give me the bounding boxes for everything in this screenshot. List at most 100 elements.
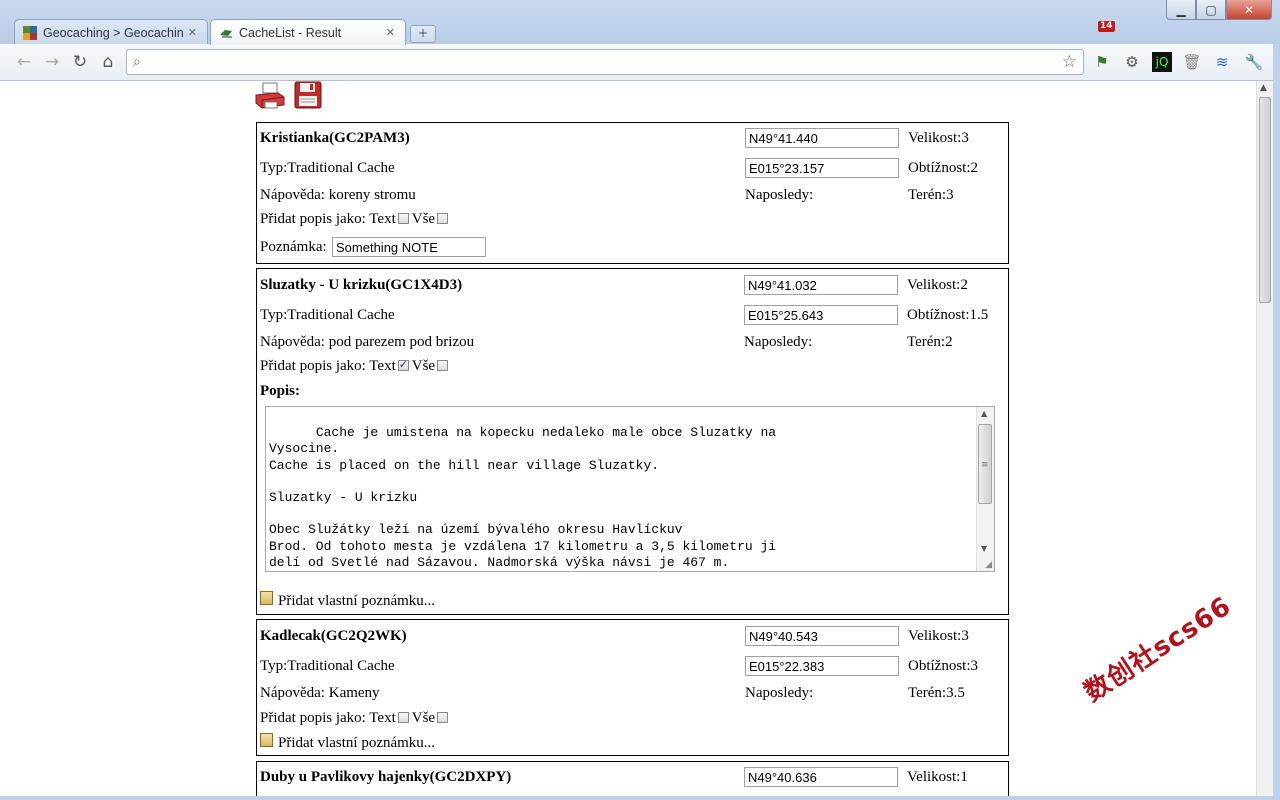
extension-badge: 14 — [1098, 21, 1115, 32]
browser-toolbar: ← → ↻ ⌂ ⌕ ☆ ⚑ ⚙ jQ 🗑 ≋ 🔧 — [0, 44, 1280, 81]
home-icon[interactable]: ⌂ — [98, 52, 118, 72]
cache-type: Typ:Traditional Cache — [260, 160, 395, 177]
action-icons — [254, 81, 322, 113]
size-value: 1 — [960, 769, 968, 785]
hint-prefix: Nápověda: — [260, 334, 329, 350]
stack-icon[interactable]: ≋ — [1212, 52, 1232, 72]
note-icon — [260, 733, 273, 747]
size-value: 3 — [961, 628, 969, 644]
address-bar[interactable]: ⌕ ☆ — [126, 49, 1084, 75]
trash-icon[interactable]: 🗑 — [1182, 52, 1202, 72]
longitude-field[interactable] — [745, 158, 899, 178]
hint-prefix: Nápověda: — [260, 685, 329, 701]
window-frame-right — [1273, 44, 1280, 800]
scroll-down-icon[interactable]: ▼ — [981, 544, 987, 553]
cache-name: Sluzatky - U krizku(GC1X4D3) — [260, 277, 463, 293]
note-icon — [260, 591, 273, 605]
terrain-value: 3 — [946, 187, 954, 203]
minimize-button[interactable]: ▁ — [1166, 0, 1196, 20]
latitude-field[interactable] — [744, 767, 898, 787]
all-checkbox[interactable] — [437, 212, 449, 224]
difficulty-label: Obtížnost:3 — [908, 658, 978, 675]
note-field[interactable] — [332, 237, 486, 257]
hint-value: Kameny — [328, 685, 380, 701]
add-note-link[interactable]: Přidat vlastní poznámku... — [260, 733, 436, 752]
jquery-extension-icon[interactable]: jQ — [1152, 52, 1172, 72]
all-checkbox[interactable] — [437, 711, 449, 723]
cache-card: Kristianka(GC2PAM3) Velikost:3 Typ:Tradi… — [256, 122, 1009, 264]
resize-handle-icon[interactable]: ◢ — [985, 560, 992, 570]
wrench-icon[interactable]: 🔧 — [1244, 52, 1264, 72]
forward-arrow-icon[interactable]: → — [42, 52, 62, 72]
longitude-field[interactable] — [744, 305, 898, 325]
size-label: Velikost:1 — [907, 769, 968, 786]
latitude-field[interactable] — [744, 275, 898, 295]
back-arrow-icon[interactable]: ← — [14, 52, 34, 72]
add-description-row: Přidat popis jako: Text Vše — [260, 211, 451, 228]
search-icon: ⌕ — [133, 54, 141, 70]
difficulty-value: 2 — [970, 160, 979, 176]
terrain-label: Terén:3 — [908, 187, 954, 204]
add-note-link[interactable]: Přidat vlastní poznámku... — [260, 591, 435, 610]
close-window-button[interactable]: ✕ — [1226, 0, 1272, 20]
save-icon[interactable] — [294, 81, 322, 109]
cache-hint: Nápověda: koreny stromu — [260, 187, 416, 204]
tab-geocaching[interactable]: Geocaching > Geocaching I ✕ — [14, 19, 208, 45]
cache-name: Kadlecak(GC2Q2WK) — [260, 628, 407, 644]
scroll-up-icon[interactable]: ▲ — [981, 409, 987, 418]
text-checkbox[interactable] — [397, 358, 409, 371]
print-icon[interactable] — [254, 81, 286, 111]
geocache-extension-icon[interactable]: ⚑ — [1092, 52, 1112, 72]
cache-card: Sluzatky - U krizku(GC1X4D3) Velikost:2 … — [256, 268, 1009, 615]
type-value: Traditional Cache — [287, 658, 395, 674]
terrain-value: 3.5 — [946, 685, 965, 701]
tab-close-icon[interactable]: ✕ — [386, 26, 395, 39]
gear-icon[interactable]: ⚙ — [1122, 52, 1142, 72]
description-textarea[interactable]: Cache je umistena na kopecku nedaleko ma… — [265, 406, 995, 572]
all-label: Vše — [411, 358, 436, 374]
page-scrollbar[interactable]: ▲ — [1256, 81, 1273, 800]
terrain-label: Terén:3.5 — [908, 685, 965, 702]
page-content: Kristianka(GC2PAM3) Velikost:3 Typ:Tradi… — [0, 81, 1256, 800]
text-checkbox[interactable] — [397, 711, 409, 723]
cache-type: Typ:Traditional Cache — [260, 658, 395, 675]
new-tab-button[interactable]: + — [410, 25, 436, 43]
last-found-label: Naposledy: — [745, 685, 814, 701]
url-input[interactable] — [153, 52, 1057, 74]
reload-icon[interactable]: ↻ — [70, 52, 90, 72]
terrain-value: 2 — [945, 334, 953, 350]
difficulty-prefix: Obtížnost: — [907, 307, 970, 323]
hint-value: pod parezem pod brizou — [328, 334, 475, 350]
cache-card: Duby u Pavlikovy hajenky(GC2DXPY) Veliko… — [256, 761, 1009, 800]
terrain-prefix: Terén: — [907, 334, 946, 350]
cache-name: Duby u Pavlikovy hajenky(GC2DXPY) — [260, 769, 512, 785]
add-description-label: Přidat popis jako: Text — [260, 211, 396, 227]
last-found-label: Naposledy: — [744, 334, 813, 350]
size-label: Velikost:3 — [908, 628, 969, 645]
tab-title: Geocaching > Geocaching I — [43, 25, 184, 40]
description-scrollbar[interactable]: ▲ ≡ ▼ ◢ — [976, 407, 994, 571]
add-note-label: Přidat vlastní poznámku... — [278, 735, 436, 751]
scroll-thumb[interactable] — [1259, 97, 1271, 303]
size-value: 2 — [960, 277, 968, 293]
grip-icon: ≡ — [981, 460, 989, 470]
text-checkbox[interactable] — [397, 212, 409, 224]
cache-name: Kristianka(GC2PAM3) — [260, 130, 410, 146]
tab-close-icon[interactable]: ✕ — [188, 26, 197, 39]
size-prefix: Velikost: — [908, 628, 962, 644]
hint-value: koreny stromu — [328, 187, 416, 203]
description-text: Cache je umistena na kopecku nedaleko ma… — [269, 425, 777, 570]
terrain-prefix: Terén: — [908, 187, 947, 203]
bookmark-star-icon[interactable]: ☆ — [1062, 52, 1077, 72]
latitude-field[interactable] — [745, 128, 899, 148]
size-label: Velikost:2 — [907, 277, 968, 294]
tab-cachelist[interactable]: CacheList - Result ✕ — [210, 19, 406, 45]
difficulty-value: 3 — [970, 658, 979, 674]
scroll-up-icon[interactable]: ▲ — [1260, 83, 1267, 93]
longitude-field[interactable] — [745, 656, 899, 676]
maximize-button[interactable]: ▢ — [1196, 0, 1226, 20]
size-label: Velikost:3 — [908, 130, 969, 147]
hint-prefix: Nápověda: — [260, 187, 329, 203]
latitude-field[interactable] — [745, 626, 899, 646]
all-checkbox[interactable] — [437, 359, 449, 371]
